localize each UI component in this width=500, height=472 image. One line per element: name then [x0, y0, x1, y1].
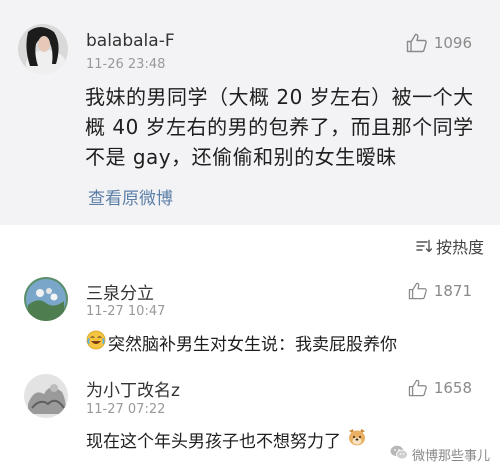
like-count: 1871 — [433, 282, 472, 300]
comment-body: 现在这个年头男孩子也不想努力了 — [86, 432, 341, 452]
username[interactable]: balabala-F — [86, 31, 175, 51]
like-count: 1658 — [433, 379, 472, 397]
like-button[interactable]: 1096 — [406, 33, 472, 53]
timestamp: 11-27 10:47 — [86, 304, 166, 319]
avatar[interactable] — [18, 24, 68, 74]
comment-text: 现在这个年头男孩子也不想努力了 — [86, 427, 367, 452]
avatar[interactable] — [24, 374, 68, 418]
username[interactable]: 为小丁改名z — [86, 376, 180, 401]
post-text: 我妹的男同学（大概 20 岁左右）被一个大概 40 岁左右的男的包养了，而且那个… — [85, 85, 474, 169]
sort-icon — [416, 239, 432, 253]
like-count: 1096 — [433, 34, 472, 52]
thumbs-up-icon — [408, 282, 428, 300]
watermark-text: 微博那些事儿 — [411, 449, 490, 464]
main-post: balabala-F 11-26 23:48 1096 我妹的男同学（大概 20… — [0, 0, 500, 225]
dog-emoji — [347, 427, 367, 452]
like-button[interactable]: 1658 — [408, 379, 472, 397]
thumbs-up-icon — [406, 33, 428, 53]
timestamp: 11-27 07:22 — [86, 402, 166, 417]
timestamp: 11-26 23:48 — [86, 57, 166, 72]
view-original-link[interactable]: 查看原微博 — [88, 184, 173, 209]
sort-by-hot-button[interactable]: 按热度 — [416, 234, 484, 258]
comment-text: 突然脑补男生对女生说：我卖屁股养你 — [86, 330, 397, 355]
avatar[interactable] — [24, 277, 68, 321]
like-button[interactable]: 1871 — [408, 282, 472, 300]
watermark: 微博那些事儿 — [390, 445, 490, 464]
wechat-icon — [390, 445, 408, 464]
username[interactable]: 三泉分立 — [86, 279, 154, 304]
sort-label: 按热度 — [435, 238, 484, 257]
laughing-tears-emoji — [86, 330, 106, 355]
comment-body: 突然脑补男生对女生说：我卖屁股养你 — [108, 335, 397, 355]
thumbs-up-icon — [408, 379, 428, 397]
